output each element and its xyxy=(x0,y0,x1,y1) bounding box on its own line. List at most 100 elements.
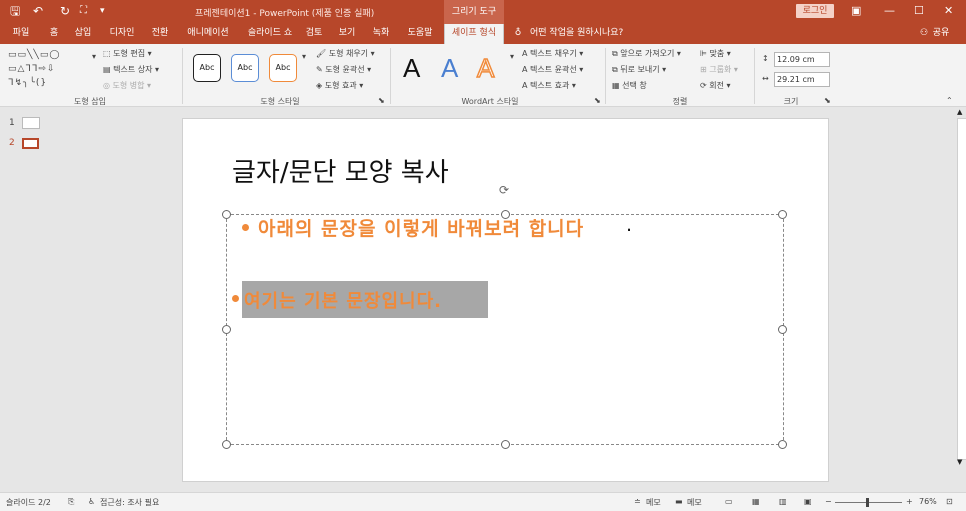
reading-view-icon[interactable]: ▥ xyxy=(779,497,787,506)
tab-record[interactable]: 녹화 xyxy=(367,24,395,44)
shape-effects-button[interactable]: ◈ 도형 효과 ▾ xyxy=(316,80,363,91)
wordart-style-3[interactable]: A xyxy=(476,53,495,83)
tab-help[interactable]: 도움말 xyxy=(402,24,438,44)
wordart-more-icon[interactable]: ▾ xyxy=(510,52,514,61)
zoom-level[interactable]: 76% xyxy=(919,497,937,506)
shape-styles-group-label: 도형 스타일 xyxy=(260,97,300,106)
normal-view-icon[interactable]: ▭ xyxy=(725,497,733,506)
thumbnail-slide-2[interactable] xyxy=(22,138,39,149)
thumbnail-slide-1[interactable] xyxy=(22,117,40,129)
scroll-down-icon[interactable]: ▼ xyxy=(957,458,962,466)
selection-pane-button[interactable]: ▦ 선택 창 xyxy=(612,80,647,91)
shape-gallery[interactable]: ▭▭╲╲▭◯ ▭△ᒣᒣ⇨⇩ ᒣ↯╮╰(} xyxy=(8,48,88,90)
width-field[interactable]: 29.21 cm xyxy=(774,72,830,87)
minimize-icon[interactable]: — xyxy=(884,4,895,17)
slide-sorter-icon[interactable]: ▦ xyxy=(752,497,760,506)
tab-home[interactable]: 홈 xyxy=(43,24,65,44)
dialog-launcher-icon[interactable]: ⬊ xyxy=(824,96,831,105)
tab-shape-format[interactable]: 셰이프 형식 xyxy=(444,24,504,44)
start-from-beginning-icon[interactable]: ⛶ xyxy=(80,4,87,18)
zoom-in-icon[interactable]: + xyxy=(906,497,913,506)
align-button[interactable]: ⊫ 맞춤 ▾ xyxy=(700,48,731,59)
height-field[interactable]: 12.09 cm xyxy=(774,52,830,67)
lightbulb-icon: ♁ xyxy=(514,28,522,38)
resize-handle[interactable] xyxy=(778,210,787,219)
text-fill-button[interactable]: A 텍스트 채우기 ▾ xyxy=(522,48,583,59)
text-effects-icon: A xyxy=(522,81,531,90)
resize-handle[interactable] xyxy=(778,440,787,449)
login-button[interactable]: 로그인 xyxy=(796,4,834,18)
maximize-icon[interactable]: ☐ xyxy=(914,4,924,17)
text-outline-label: 텍스트 윤곽선 xyxy=(530,65,577,74)
tab-animations[interactable]: 애니메이션 xyxy=(181,24,235,44)
tab-view[interactable]: 보기 xyxy=(334,24,360,44)
gallery-more-icon[interactable]: ▾ xyxy=(92,52,96,61)
dialog-launcher-icon[interactable]: ⬊ xyxy=(378,96,385,105)
shape-style-1[interactable]: Abc xyxy=(193,54,221,82)
tab-insert[interactable]: 삽입 xyxy=(70,24,96,44)
scrollbar-thumb[interactable] xyxy=(957,118,966,460)
save-icon[interactable]: 🖫 xyxy=(10,4,20,18)
tab-design[interactable]: 디자인 xyxy=(105,24,139,44)
resize-handle[interactable] xyxy=(501,440,510,449)
effects-icon: ◈ xyxy=(316,81,325,90)
send-backward-button[interactable]: ⧉ 뒤로 보내기 ▾ xyxy=(612,64,666,75)
arrange-group-label: 정렬 xyxy=(672,97,688,106)
tab-review[interactable]: 검토 xyxy=(302,24,326,44)
shape-fill-button[interactable]: 🖌 도형 채우기 ▾ xyxy=(316,48,375,59)
style-more-icon[interactable]: ▾ xyxy=(302,52,306,61)
separator xyxy=(605,48,606,104)
dialog-launcher-icon[interactable]: ⬊ xyxy=(594,96,601,105)
shape-fill-label: 도형 채우기 xyxy=(328,49,369,58)
resize-handle[interactable] xyxy=(778,325,787,334)
zoom-out-icon[interactable]: − xyxy=(825,497,832,506)
tab-slideshow[interactable]: 슬라이드 쇼 xyxy=(242,24,298,44)
close-icon[interactable]: ✕ xyxy=(944,4,953,17)
tell-me-search[interactable]: 어떤 작업을 원하시나요? xyxy=(530,24,630,44)
notes-button[interactable]: 메모 xyxy=(646,497,661,508)
thumbnail-pane: 1 2 xyxy=(0,107,52,492)
text-outline-button[interactable]: A 텍스트 윤곽선 ▾ xyxy=(522,64,583,75)
tab-transitions[interactable]: 전환 xyxy=(146,24,174,44)
comments-button[interactable]: 메모 xyxy=(687,497,702,508)
merge-shapes-button[interactable]: ◎ 도형 병합 ▾ xyxy=(103,80,151,91)
rotate-handle-icon[interactable]: ⟳ xyxy=(499,183,509,197)
shape-effects-label: 도형 효과 xyxy=(324,81,357,90)
scroll-up-icon[interactable]: ▲ xyxy=(957,108,962,116)
wordart-style-1[interactable]: A xyxy=(403,54,420,82)
customize-icon[interactable]: ▾ xyxy=(100,4,105,18)
resize-handle[interactable] xyxy=(222,210,231,219)
undo-icon[interactable]: ↶ xyxy=(33,4,43,18)
resize-handle[interactable] xyxy=(222,440,231,449)
text-box-button[interactable]: ▤ 텍스트 상자 ▾ xyxy=(103,64,159,75)
slideshow-icon[interactable]: ▣ xyxy=(804,497,812,506)
selected-textbox[interactable] xyxy=(226,214,784,445)
bring-forward-button[interactable]: ⧉ 앞으로 가져오기 ▾ xyxy=(612,48,681,59)
slide-title[interactable]: 글자/문단 모양 복사 xyxy=(232,152,449,189)
collapse-ribbon-icon[interactable]: ⌃ xyxy=(946,96,953,105)
shape-style-3[interactable]: Abc xyxy=(269,54,297,82)
share-button[interactable]: 공유 xyxy=(930,24,952,44)
shape-style-2[interactable]: Abc xyxy=(231,54,259,82)
status-bar: 슬라이드 2/2 ⎘ ♿ 접근성: 조사 필요 ≐ 메모 ▬ 메모 ▭ ▦ ▥ … xyxy=(0,492,966,511)
tab-file[interactable]: 파일 xyxy=(6,24,36,44)
ribbon-display-icon[interactable]: ▣ xyxy=(851,4,861,17)
text-effects-button[interactable]: A 텍스트 효과 ▾ xyxy=(522,80,576,91)
redo-icon[interactable]: ↻ xyxy=(60,4,70,18)
accessibility-icon[interactable]: ♿ xyxy=(88,497,95,506)
spelling-icon[interactable]: ⎘ xyxy=(68,497,74,507)
insert-shapes-group-label: 도형 삽입 xyxy=(74,97,106,106)
person-icon: ⚇ xyxy=(919,28,929,38)
text-line-2[interactable]: 여기는 기본 문장입니다. xyxy=(244,287,442,313)
wordart-style-2[interactable]: A xyxy=(441,54,458,82)
accessibility-status[interactable]: 접근성: 조사 필요 xyxy=(100,497,159,508)
resize-handle[interactable] xyxy=(222,325,231,334)
edit-shape-button[interactable]: ⬚ 도형 편집 ▾ xyxy=(103,48,152,59)
text-line-1[interactable]: 아래의 문장을 이렇게 바꿔보려 합니다 xyxy=(258,214,584,241)
text-fill-label: 텍스트 채우기 xyxy=(530,49,577,58)
group-button[interactable]: ⊞ 그룹화 ▾ xyxy=(700,64,738,75)
fit-to-window-icon[interactable]: ⊡ xyxy=(946,497,953,506)
zoom-slider-knob[interactable] xyxy=(866,498,869,507)
rotate-button[interactable]: ⟳ 회전 ▾ xyxy=(700,80,731,91)
shape-outline-button[interactable]: ✎ 도형 윤곽선 ▾ xyxy=(316,64,371,75)
